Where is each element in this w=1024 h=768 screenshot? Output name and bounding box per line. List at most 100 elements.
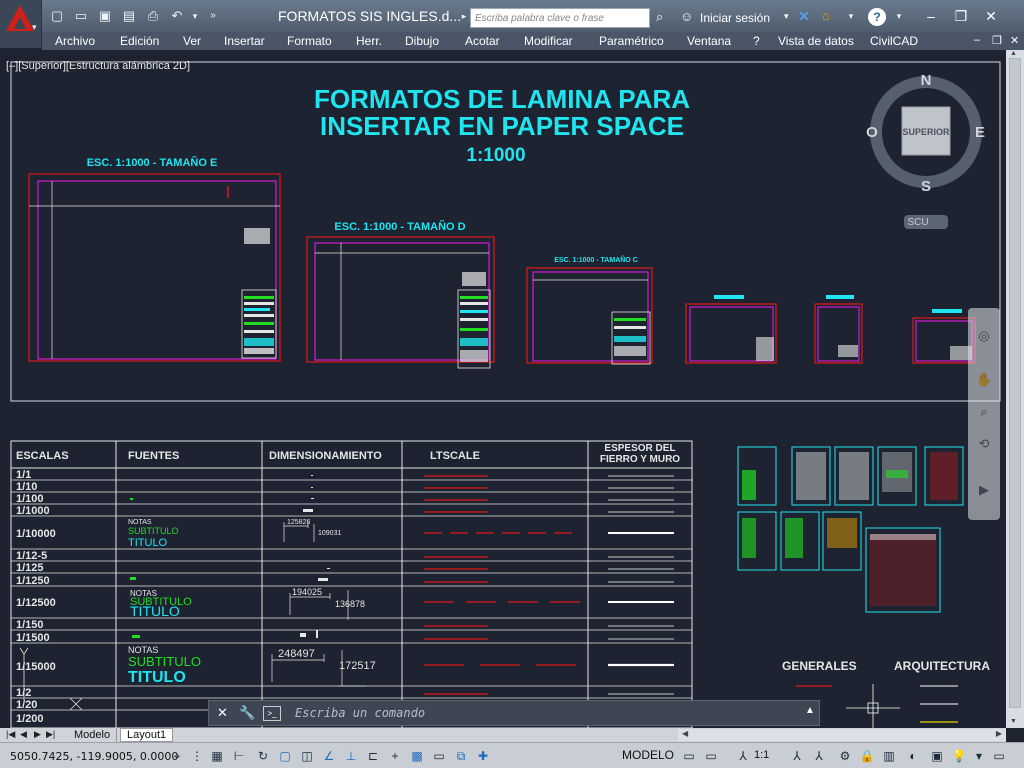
vertical-scrollbar[interactable]: ▲ ▼ — [1006, 50, 1024, 728]
a360-dropdown-icon[interactable]: ▾ — [842, 8, 860, 24]
sc-icon[interactable]: ⧉ — [452, 747, 470, 765]
tab-layout1[interactable]: Layout1 — [120, 728, 174, 742]
ortho-icon[interactable]: ⊢ — [230, 747, 248, 765]
menu-ventana[interactable]: Ventana — [687, 34, 731, 48]
help-dropdown-icon[interactable]: ▾ — [890, 8, 908, 24]
exchange-icon[interactable]: ✕ — [798, 8, 810, 25]
binoculars-icon[interactable]: ⌕ — [656, 9, 663, 25]
save-icon[interactable]: ▣ — [96, 8, 114, 24]
more-icon[interactable]: » — [204, 8, 222, 24]
menu-civilcad[interactable]: CivilCAD — [870, 34, 918, 48]
tpy-icon[interactable]: ▩ — [408, 747, 426, 765]
new-icon[interactable]: ▢ — [48, 8, 66, 24]
isolate-icon[interactable]: ◐ — [904, 747, 922, 765]
a360-icon[interactable]: ⌂ — [822, 8, 830, 23]
lightbulb-icon[interactable]: 💡 — [950, 747, 968, 765]
tab-model[interactable]: Modelo — [68, 728, 118, 742]
menu-acotar[interactable]: Acotar — [465, 34, 500, 48]
quick-view-layouts-icon[interactable]: ▭ — [680, 747, 698, 765]
scroll-left-icon[interactable]: ◀ — [682, 729, 688, 738]
scroll-up-icon[interactable]: ▲ — [1010, 50, 1017, 57]
dyn-icon[interactable]: ⊏ — [364, 747, 382, 765]
coordinates-readout[interactable]: 5050.7425, -119.9005, 0.0000 — [10, 750, 178, 763]
grid-icon[interactable]: ▦ — [208, 747, 226, 765]
chevron-up-icon[interactable]: ▲ — [805, 705, 815, 716]
menu-modificar[interactable]: Modificar — [524, 34, 573, 48]
saveas-icon[interactable]: ▤ — [120, 8, 138, 24]
doc-close-button[interactable]: ✕ — [1010, 34, 1019, 47]
menu-bar: Archivo Edición Ver Insertar Formato Her… — [42, 32, 1024, 50]
annotation-scale-icon[interactable]: ⅄ — [734, 747, 752, 765]
lock-icon[interactable]: 🔒 — [858, 747, 876, 765]
horizontal-scrollbar[interactable]: ◀ ▶ — [678, 729, 1006, 741]
tab-last-icon[interactable]: ▶| — [46, 729, 55, 740]
zoom-icon[interactable]: ⌕ — [976, 404, 992, 420]
app-menu-button[interactable]: ▾ — [0, 0, 42, 48]
scrollbar-thumb[interactable] — [1009, 58, 1021, 708]
viewcube-face-label: SUPERIOR — [902, 127, 950, 137]
help-icon[interactable]: ? — [868, 8, 886, 26]
restore-button[interactable]: ❐ — [948, 6, 974, 26]
annotation-scale-value[interactable]: 1:1 — [754, 749, 769, 761]
minimize-button[interactable]: – — [918, 6, 944, 26]
infer-constraints-icon[interactable]: ⌖ — [168, 747, 186, 765]
ducs-icon[interactable]: ⊥ — [342, 747, 360, 765]
menu-dibujo[interactable]: Dibujo — [405, 34, 439, 48]
tab-first-icon[interactable]: |◀ — [6, 729, 15, 740]
lwt-icon[interactable]: + — [386, 747, 404, 765]
3dosnap-icon[interactable]: ◫ — [298, 747, 316, 765]
customize-chevron-icon[interactable]: ▾ — [970, 747, 988, 765]
qp-icon[interactable]: ▭ — [430, 747, 448, 765]
tab-prev-icon[interactable]: ◀ — [20, 729, 27, 740]
close-icon[interactable]: ✕ — [217, 705, 228, 721]
wrench-icon[interactable]: 🔧 — [239, 705, 255, 721]
close-button[interactable]: ✕ — [978, 6, 1004, 26]
showmotion-icon[interactable]: ▶ — [976, 482, 992, 498]
menu-ver[interactable]: Ver — [183, 34, 201, 48]
scroll-right-icon[interactable]: ▶ — [996, 729, 1002, 738]
scroll-down-icon[interactable]: ▼ — [1010, 718, 1017, 725]
drawing-viewport[interactable]: [–][Superior][Estructura alámbrica 2D] F… — [0, 50, 1006, 728]
menu-insertar[interactable]: Insertar — [224, 34, 265, 48]
polar-icon[interactable]: ↻ — [254, 747, 272, 765]
menu-formato[interactable]: Formato — [287, 34, 332, 48]
autoscale-icon[interactable]: ⅄ — [810, 747, 828, 765]
menu-archivo[interactable]: Archivo — [55, 34, 95, 48]
chevron-down-icon[interactable]: ▾ — [784, 11, 789, 22]
tab-next-icon[interactable]: ▶ — [34, 729, 41, 740]
signin-link[interactable]: Iniciar sesión — [700, 11, 770, 25]
workspace-gear-icon[interactable]: ⚙ — [836, 747, 854, 765]
sheet-e-label: ESC. 1:1000 - TAMAÑO E — [87, 156, 218, 169]
clean-screen-icon[interactable]: ▣ — [928, 747, 946, 765]
undo-dropdown-icon[interactable]: ▾ — [186, 8, 204, 24]
annotation-visibility-icon[interactable]: ⅄ — [788, 747, 806, 765]
snap-icon[interactable]: ⋮ — [188, 747, 206, 765]
open-icon[interactable]: ▭ — [72, 8, 90, 24]
menu-herr[interactable]: Herr. — [356, 34, 382, 48]
model-space-toggle[interactable]: MODELO — [622, 748, 674, 762]
orbit-icon[interactable]: ⟲ — [976, 436, 992, 452]
command-input[interactable]: Escriba un comando — [295, 706, 425, 720]
command-prompt-icon[interactable]: >_ — [263, 706, 281, 721]
scale-row-label: 1/200 — [16, 713, 44, 725]
osnap-icon[interactable]: ▢ — [276, 747, 294, 765]
search-input[interactable]: Escriba palabra clave o frase — [470, 8, 650, 28]
doc-restore-button[interactable]: ❐ — [992, 34, 1002, 47]
am-icon[interactable]: ✚ — [474, 747, 492, 765]
steering-wheel-icon[interactable]: ◎ — [976, 328, 992, 344]
print-icon[interactable]: ⎙ — [144, 8, 162, 24]
otrack-icon[interactable]: ∠ — [320, 747, 338, 765]
pan-hand-icon[interactable]: ✋ — [976, 372, 992, 388]
dim-text: 194025 — [292, 587, 322, 597]
menu-help[interactable]: ? — [753, 34, 760, 48]
menu-parametrico[interactable]: Paramétrico — [599, 34, 664, 48]
doc-minimize-button[interactable]: – — [974, 34, 980, 46]
menu-vista-datos[interactable]: Vista de datos — [778, 34, 854, 48]
undo-icon[interactable]: ↶ — [168, 8, 186, 24]
full-screen-icon[interactable]: ▭ — [990, 747, 1008, 765]
sheet-c-label: ESC. 1:1000 - TAMAÑO C — [554, 255, 638, 264]
hardware-accel-icon[interactable]: ▥ — [880, 747, 898, 765]
quick-view-drawings-icon[interactable]: ▭ — [702, 747, 720, 765]
dim-text: 125826 — [287, 519, 310, 526]
menu-edicion[interactable]: Edición — [120, 34, 159, 48]
